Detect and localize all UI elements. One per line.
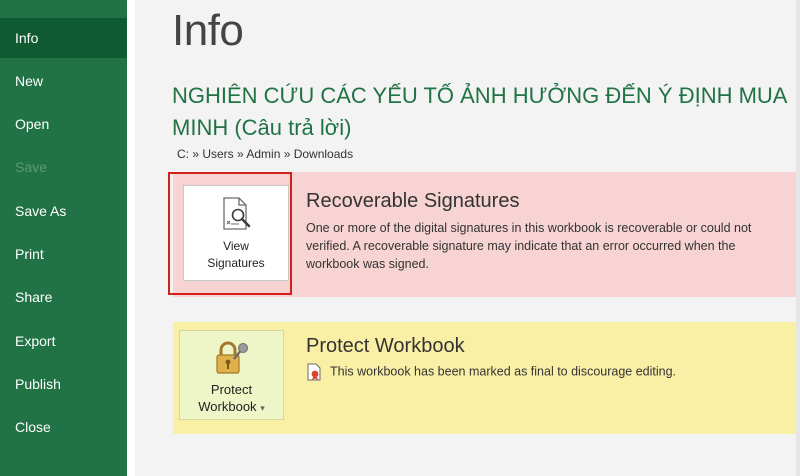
view-signatures-label-line-1: View	[223, 239, 249, 253]
chevron-down-icon: ▾	[260, 403, 265, 413]
view-signatures-icon	[223, 197, 251, 230]
file-path-breadcrumb[interactable]: C: » Users » Admin » Downloads	[177, 147, 353, 161]
sidebar-item-publish[interactable]: Publish	[0, 364, 127, 404]
recoverable-signatures-description: One or more of the digital signatures in…	[306, 221, 752, 271]
next-section-partial	[173, 460, 800, 476]
sidebar-item-export[interactable]: Export	[0, 321, 127, 361]
protect-workbook-heading: Protect Workbook	[306, 335, 465, 357]
document-title-line-2: MINH (Câu trả lời)	[172, 115, 352, 140]
sidebar-item-open[interactable]: Open	[0, 104, 127, 144]
recoverable-signatures-heading: Recoverable Signatures	[306, 190, 520, 212]
protect-workbook-label-line-1: Protect	[210, 382, 253, 397]
protect-workbook-section: Protect Workbook ▾ Protect Workbook This…	[173, 322, 800, 434]
protect-workbook-label-text: Workbook	[198, 399, 257, 414]
view-signatures-label-line-2: Signatures	[207, 256, 265, 270]
protect-workbook-note-text: This workbook has been marked as final t…	[330, 364, 677, 379]
protect-workbook-label-line-2: Workbook ▾	[180, 398, 283, 417]
scrollbar-track[interactable]	[796, 0, 800, 476]
sidebar-item-share[interactable]: Share	[0, 277, 127, 317]
protect-workbook-button[interactable]: Protect Workbook ▾	[179, 330, 284, 420]
pane-divider	[127, 0, 135, 476]
document-title: NGHIÊN CỨU CÁC YẾU TỐ ẢNH HƯỞNG ĐẾN Ý ĐỊ…	[172, 80, 800, 144]
view-signatures-button[interactable]: View Signatures	[183, 185, 289, 281]
sidebar-item-close[interactable]: Close	[0, 407, 127, 447]
backstage-sidebar: Info New Open Save Save As Print Share E…	[0, 0, 127, 476]
sidebar-item-new[interactable]: New	[0, 61, 127, 101]
lock-key-icon	[215, 341, 248, 374]
document-title-line-1: NGHIÊN CỨU CÁC YẾU TỐ ẢNH HƯỞNG ĐẾN Ý ĐỊ…	[172, 83, 788, 108]
final-document-icon	[307, 363, 321, 381]
page-title: Info	[172, 6, 244, 55]
sidebar-item-print[interactable]: Print	[0, 234, 127, 274]
sidebar-item-save-as[interactable]: Save As	[0, 191, 127, 231]
sidebar-item-info[interactable]: Info	[0, 18, 127, 58]
protect-workbook-note: This workbook has been marked as final t…	[306, 363, 676, 381]
recoverable-signatures-section: View Signatures Recoverable Signatures O…	[173, 172, 800, 297]
sidebar-item-save: Save	[15, 159, 47, 175]
